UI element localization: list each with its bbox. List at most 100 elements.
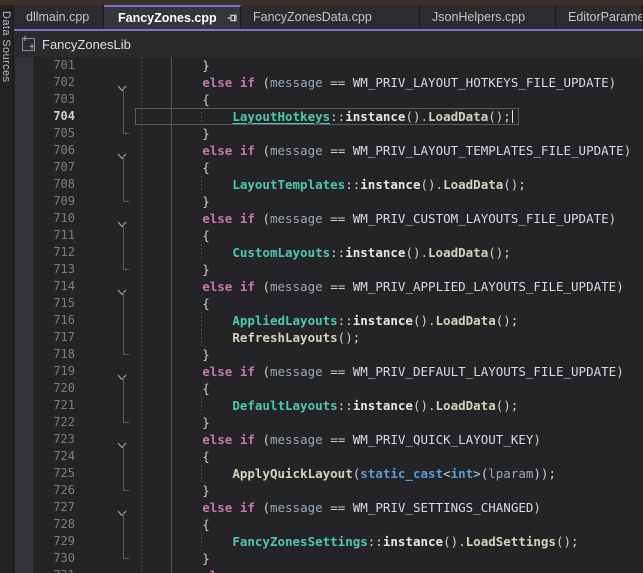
code-line-710[interactable]: 710 else if (message == WM_PRIV_CUSTOM_L… bbox=[14, 210, 643, 227]
code-line-729[interactable]: 729 FancyZonesSettings::instance().LoadS… bbox=[14, 533, 643, 550]
line-number[interactable]: 720 bbox=[28, 380, 75, 397]
line-number[interactable]: 703 bbox=[28, 91, 75, 108]
line-number[interactable]: 710 bbox=[28, 210, 75, 227]
line-number[interactable]: 730 bbox=[28, 550, 75, 567]
code-line-712[interactable]: 712 CustomLayouts::instance().LoadData()… bbox=[14, 244, 643, 261]
line-number[interactable]: 715 bbox=[28, 295, 75, 312]
code-line-703[interactable]: 703 { bbox=[14, 91, 643, 108]
outline-scope-end-tick bbox=[123, 201, 129, 202]
line-number[interactable]: 704 bbox=[28, 108, 75, 125]
code-line-730[interactable]: 730 } bbox=[14, 550, 643, 567]
line-number[interactable]: 707 bbox=[28, 159, 75, 176]
line-number[interactable]: 724 bbox=[28, 448, 75, 465]
tab-jsonhelpers-cpp[interactable]: JsonHelpers.cpp bbox=[420, 5, 556, 29]
line-number[interactable]: 729 bbox=[28, 533, 75, 550]
code-line-724[interactable]: 724 { bbox=[14, 448, 643, 465]
collapse-chevron-icon[interactable] bbox=[116, 78, 128, 87]
collapse-chevron-icon[interactable] bbox=[116, 282, 128, 291]
outline-scope-end-tick bbox=[123, 354, 129, 355]
line-number[interactable]: 728 bbox=[28, 516, 75, 533]
tab-label: dllmain.cpp bbox=[14, 10, 89, 24]
code-line-702[interactable]: 702 else if (message == WM_PRIV_LAYOUT_H… bbox=[14, 74, 643, 91]
tab-fancyzonesdata-cpp[interactable]: FancyZonesData.cpp bbox=[241, 5, 420, 29]
outline-scope-line bbox=[123, 512, 124, 558]
code-line-722[interactable]: 722 } bbox=[14, 414, 643, 431]
code-line-720[interactable]: 720 { bbox=[14, 380, 643, 397]
code-text: else if (message == WM_PRIV_LAYOUT_TEMPL… bbox=[142, 142, 631, 159]
outline-scope-line bbox=[123, 87, 124, 133]
code-text: } bbox=[142, 193, 210, 210]
code-line-718[interactable]: 718 } bbox=[14, 346, 643, 363]
code-line-717[interactable]: 717 RefreshLayouts(); bbox=[14, 329, 643, 346]
code-text: } bbox=[142, 261, 210, 278]
cpp-project-icon: ++ bbox=[22, 38, 35, 51]
code-line-706[interactable]: 706 else if (message == WM_PRIV_LAYOUT_T… bbox=[14, 142, 643, 159]
code-text: else if (message == WM_PRIV_CUSTOM_LAYOU… bbox=[142, 210, 616, 227]
code-editor[interactable]: 701 }702 else if (message == WM_PRIV_LAY… bbox=[14, 57, 643, 573]
code-line-713[interactable]: 713 } bbox=[14, 261, 643, 278]
line-number[interactable]: 709 bbox=[28, 193, 75, 210]
line-number[interactable]: 721 bbox=[28, 397, 75, 414]
line-number[interactable]: 714 bbox=[28, 278, 75, 295]
code-line-723[interactable]: 723 else if (message == WM_PRIV_QUICK_LA… bbox=[14, 431, 643, 448]
code-line-711[interactable]: 711 { bbox=[14, 227, 643, 244]
line-number[interactable]: 711 bbox=[28, 227, 75, 244]
tab-editorparamete[interactable]: EditorParamete bbox=[556, 5, 643, 29]
tab-label: JsonHelpers.cpp bbox=[420, 10, 525, 24]
code-line-707[interactable]: 707 { bbox=[14, 159, 643, 176]
current-line-highlight bbox=[135, 108, 519, 125]
line-number[interactable]: 701 bbox=[28, 57, 75, 74]
visual-studio-editor-window: Data Sources dllmain.cpp FancyZones.cppFa… bbox=[0, 0, 643, 573]
pin-icon[interactable] bbox=[226, 11, 238, 25]
code-line-716[interactable]: 716 AppliedLayouts::instance().LoadData(… bbox=[14, 312, 643, 329]
line-number[interactable]: 705 bbox=[28, 125, 75, 142]
code-line-705[interactable]: 705 } bbox=[14, 125, 643, 142]
collapse-chevron-icon[interactable] bbox=[116, 214, 128, 223]
code-text: } bbox=[142, 346, 210, 363]
code-line-719[interactable]: 719 else if (message == WM_PRIV_DEFAULT_… bbox=[14, 363, 643, 380]
collapse-chevron-icon[interactable] bbox=[116, 367, 128, 376]
code-line-727[interactable]: 727 else if (message == WM_PRIV_SETTINGS… bbox=[14, 499, 643, 516]
code-text: } bbox=[142, 414, 210, 431]
navigation-bar[interactable]: ++ FancyZonesLib bbox=[14, 31, 643, 57]
code-text: else if (message == WM_PRIV_LAYOUT_HOTKE… bbox=[142, 74, 616, 91]
line-number[interactable]: 726 bbox=[28, 482, 75, 499]
code-line-701[interactable]: 701 } bbox=[14, 57, 643, 74]
line-number[interactable]: 717 bbox=[28, 329, 75, 346]
code-line-728[interactable]: 728 { bbox=[14, 516, 643, 533]
line-number[interactable]: 725 bbox=[28, 465, 75, 482]
line-number[interactable]: 713 bbox=[28, 261, 75, 278]
collapse-chevron-icon[interactable] bbox=[116, 146, 128, 155]
line-number[interactable]: 706 bbox=[28, 142, 75, 159]
line-number[interactable]: 731 bbox=[28, 567, 75, 573]
line-number[interactable]: 727 bbox=[28, 499, 75, 516]
collapse-chevron-icon[interactable] bbox=[116, 503, 128, 512]
code-text: ApplyQuickLayout(static_cast<int>(lparam… bbox=[142, 465, 556, 482]
code-line-709[interactable]: 709 } bbox=[14, 193, 643, 210]
line-number[interactable]: 702 bbox=[28, 74, 75, 91]
line-number[interactable]: 719 bbox=[28, 363, 75, 380]
tab-dllmain-cpp[interactable]: dllmain.cpp bbox=[14, 5, 104, 29]
line-number[interactable]: 708 bbox=[28, 176, 75, 193]
code-text: LayoutTemplates::instance().LoadData(); bbox=[142, 176, 526, 193]
code-line-708[interactable]: 708 LayoutTemplates::instance().LoadData… bbox=[14, 176, 643, 193]
line-number[interactable]: 722 bbox=[28, 414, 75, 431]
line-number[interactable]: 712 bbox=[28, 244, 75, 261]
code-line-725[interactable]: 725 ApplyQuickLayout(static_cast<int>(lp… bbox=[14, 465, 643, 482]
outline-scope-end-tick bbox=[123, 558, 129, 559]
side-tab-data-sources[interactable]: Data Sources bbox=[0, 5, 14, 573]
line-number[interactable]: 716 bbox=[28, 312, 75, 329]
code-line-731[interactable]: 731 else bbox=[14, 567, 643, 573]
code-line-726[interactable]: 726 } bbox=[14, 482, 643, 499]
outline-scope-line bbox=[123, 291, 124, 354]
line-number[interactable]: 718 bbox=[28, 346, 75, 363]
tab-fancyzones-cpp[interactable]: FancyZones.cpp bbox=[104, 5, 241, 29]
code-line-714[interactable]: 714 else if (message == WM_PRIV_APPLIED_… bbox=[14, 278, 643, 295]
code-text: CustomLayouts::instance().LoadData(); bbox=[142, 244, 511, 261]
collapse-chevron-icon[interactable] bbox=[116, 435, 128, 444]
code-line-721[interactable]: 721 DefaultLayouts::instance().LoadData(… bbox=[14, 397, 643, 414]
line-number[interactable]: 723 bbox=[28, 431, 75, 448]
code-text: } bbox=[142, 125, 210, 142]
code-line-715[interactable]: 715 { bbox=[14, 295, 643, 312]
code-text: { bbox=[142, 448, 210, 465]
